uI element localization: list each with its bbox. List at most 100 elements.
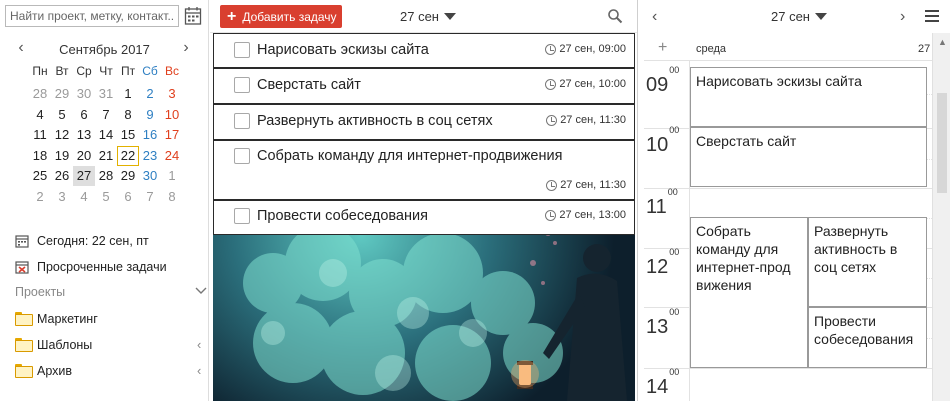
calendar-day[interactable]: 2	[29, 187, 51, 207]
search-box[interactable]	[5, 5, 179, 27]
project-item-archive[interactable]: Архив ‹	[15, 362, 207, 380]
scrollbar[interactable]: ▲	[932, 33, 950, 401]
task-checkbox[interactable]	[234, 77, 250, 93]
calendar-day[interactable]: 8	[161, 187, 183, 207]
calendar-day[interactable]: 3	[51, 187, 73, 207]
calendar-day[interactable]: 13	[73, 125, 95, 145]
calendar-day[interactable]: 7	[95, 105, 117, 125]
calendar-day[interactable]: 4	[29, 105, 51, 125]
event-title: Нарисовать эскизы сайта	[696, 73, 862, 89]
task-row[interactable]: Собрать команду для интернет-продвижения…	[213, 140, 635, 200]
task-row[interactable]: Развернуть активность в соц сетях 27 сен…	[213, 104, 635, 140]
task-checkbox[interactable]	[234, 42, 250, 58]
calendar-day[interactable]: 3	[161, 84, 183, 104]
chevron-right-icon[interactable]: ›	[178, 40, 194, 58]
calendar-day[interactable]: 25	[29, 166, 51, 186]
calendar-day[interactable]: 11	[29, 125, 51, 145]
task-time-label: 27 сен, 11:30	[560, 114, 626, 126]
hour-value: 09	[646, 74, 669, 96]
calendar-day[interactable]: 6	[73, 105, 95, 125]
calendar-day[interactable]: 12	[51, 125, 73, 145]
event-title: Развернуть активность в соц сетях	[814, 223, 898, 275]
calendar-day[interactable]: 14	[95, 125, 117, 145]
today-link[interactable]: Сегодня: 22 сен, пт	[15, 232, 149, 250]
task-title: Собрать команду для интернет-продвижения	[257, 148, 563, 164]
calendar-icon[interactable]	[184, 6, 202, 26]
calendar-day[interactable]: 29	[51, 84, 73, 104]
task-checkbox[interactable]	[234, 148, 250, 164]
scroll-up-icon[interactable]: ▲	[938, 37, 947, 47]
menu-icon[interactable]	[925, 10, 941, 24]
calendar-day[interactable]: 1	[117, 84, 139, 104]
chevron-right-icon[interactable]: ›	[900, 8, 912, 26]
search-input[interactable]	[6, 6, 178, 26]
scrollbar-thumb[interactable]	[937, 93, 947, 193]
calendar-day[interactable]: 5	[51, 105, 73, 125]
calendar-day[interactable]: 17	[161, 125, 183, 145]
hour-label: 1300	[646, 307, 679, 339]
task-title: Нарисовать эскизы сайта	[257, 42, 429, 58]
chevron-left-icon[interactable]: ‹	[652, 8, 664, 26]
task-toolbar: + Добавить задачу 27 сен	[210, 0, 637, 33]
add-task-button[interactable]: + Добавить задачу	[220, 5, 342, 28]
calendar-day[interactable]: 16	[139, 125, 161, 145]
calendar-day[interactable]: 28	[29, 84, 51, 104]
calendar-event[interactable]: Нарисовать эскизы сайта	[690, 67, 927, 127]
calendar-day[interactable]: 31	[95, 84, 117, 104]
clock-icon	[546, 179, 558, 191]
calendar-day[interactable]: 22	[117, 145, 139, 166]
task-time: 27 сен, 11:30	[546, 114, 626, 126]
clock-icon	[545, 78, 557, 90]
calendar-day[interactable]: 23	[139, 146, 161, 166]
hour-minutes: 00	[669, 307, 680, 318]
calendar-day[interactable]: 30	[139, 166, 161, 186]
calendar-day[interactable]: 10	[161, 105, 183, 125]
calendar-event[interactable]: Провести собеседования	[808, 307, 927, 368]
date-selector[interactable]: 27 сен	[400, 9, 456, 24]
chevron-left-icon[interactable]: ‹	[197, 364, 207, 378]
calendar-event[interactable]: Сверстать сайт	[690, 127, 927, 187]
calendar-day[interactable]: 30	[73, 84, 95, 104]
add-event-icon[interactable]: +	[658, 39, 667, 57]
task-row[interactable]: Провести собеседования 27 сен, 13:00	[213, 200, 635, 235]
chevron-left-icon[interactable]: ‹	[197, 338, 207, 352]
calendar-day[interactable]: 2	[139, 84, 161, 104]
search-icon[interactable]	[607, 8, 623, 24]
calendar-day[interactable]: 7	[139, 187, 161, 207]
overdue-tasks-link[interactable]: Просроченные задачи	[15, 258, 167, 276]
day-date-selector[interactable]: 27 сен	[771, 9, 827, 24]
hour-value: 14	[646, 376, 669, 398]
calendar-day[interactable]: 4	[73, 187, 95, 207]
hour-minutes: 00	[669, 125, 680, 136]
folder-icon	[15, 364, 29, 378]
calendar-day[interactable]: 6	[117, 187, 139, 207]
calendar-event[interactable]: Развернуть активность в соц сетях	[808, 217, 927, 307]
calendar-day[interactable]: 21	[95, 146, 117, 166]
calendar-day[interactable]: 20	[73, 146, 95, 166]
calendar-day[interactable]: 1	[161, 166, 183, 186]
calendar-day[interactable]: 5	[95, 187, 117, 207]
task-checkbox[interactable]	[234, 113, 250, 129]
calendar-day[interactable]: 26	[51, 166, 73, 186]
calendar-day[interactable]: 28	[95, 166, 117, 186]
task-row[interactable]: Нарисовать эскизы сайта 27 сен, 09:00	[213, 33, 635, 68]
task-title: Развернуть активность в соц сетях	[257, 113, 493, 129]
calendar-day[interactable]: 8	[117, 105, 139, 125]
task-row[interactable]: Сверстать сайт 27 сен, 10:00	[213, 68, 635, 104]
calendar-day[interactable]: 24	[161, 146, 183, 166]
calendar-day[interactable]: 9	[139, 105, 161, 125]
hour-line	[644, 188, 932, 189]
chevron-down-icon[interactable]	[195, 284, 207, 298]
task-time: 27 сен, 10:00	[545, 78, 626, 90]
calendar-day[interactable]: 29	[117, 166, 139, 186]
project-item-templates[interactable]: Шаблоны ‹	[15, 336, 207, 354]
project-item-marketing[interactable]: Маркетинг	[15, 310, 207, 328]
calendar-day[interactable]: 18	[29, 146, 51, 166]
calendar-day[interactable]: 27	[73, 166, 95, 186]
calendar-day[interactable]: 19	[51, 146, 73, 166]
calendar-event[interactable]: Собрать команду для интернет-прод вижени…	[690, 217, 808, 368]
calendar-day[interactable]: 15	[117, 125, 139, 145]
task-checkbox[interactable]	[234, 208, 250, 224]
day-number: 27	[918, 43, 931, 55]
projects-header[interactable]: Проекты	[15, 285, 65, 299]
